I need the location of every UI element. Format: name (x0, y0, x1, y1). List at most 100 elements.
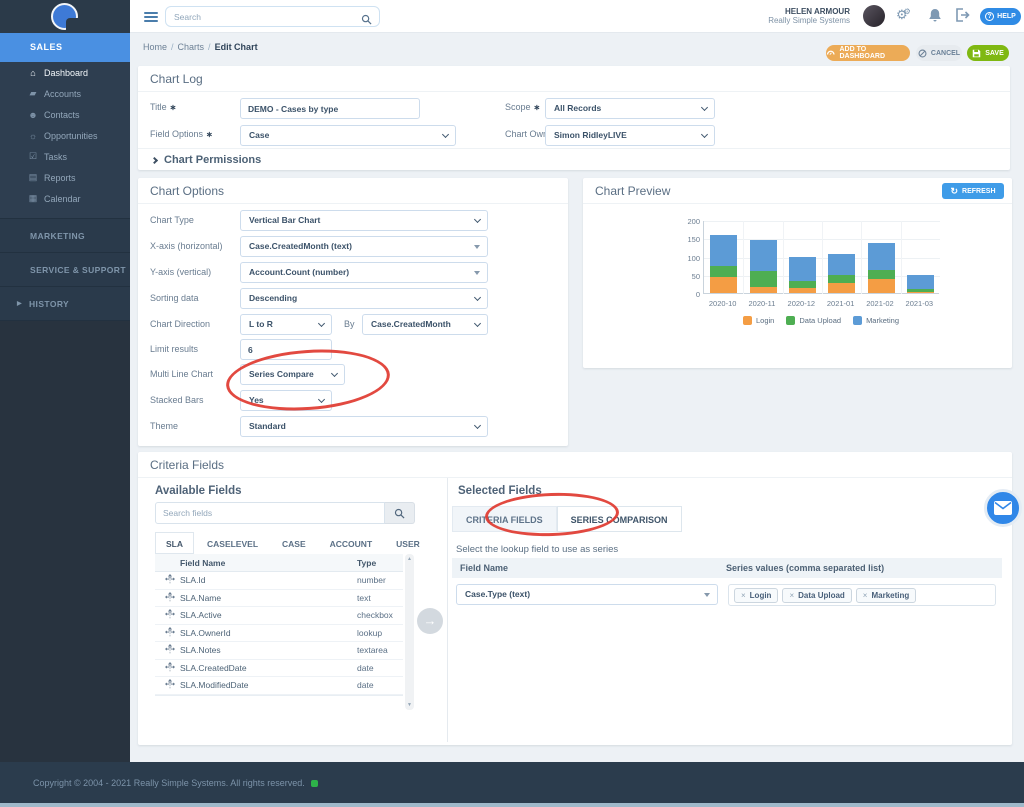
chart-permissions-toggle[interactable]: Chart Permissions (150, 154, 261, 166)
stacked-bars-label: Stacked Bars (150, 395, 204, 405)
table-row[interactable]: SLA.Active checkbox (155, 607, 403, 625)
table-row[interactable]: SLA.OwnerId lookup (155, 624, 403, 642)
remove-chip-icon[interactable]: × (863, 591, 868, 600)
chevron-down-icon (473, 293, 482, 302)
theme-select[interactable]: Standard (240, 416, 488, 437)
sidebar-item-label: Tasks (44, 151, 68, 162)
available-fields-search-button[interactable] (385, 502, 415, 524)
add-to-dashboard-button[interactable]: ADD TO DASHBOARD (826, 45, 910, 61)
series-field-select[interactable]: Case.Type (text) (456, 584, 718, 605)
x-tick-label: 2021-02 (866, 299, 894, 308)
series-chip[interactable]: × Data Upload (782, 587, 852, 603)
y-axis-select[interactable]: Account.Count (number) (240, 262, 488, 283)
table-row[interactable]: SLA.Name text (155, 589, 403, 607)
move-icon[interactable] (161, 571, 179, 589)
bar-segment-data-upload (788, 280, 816, 289)
sidebar-section-marketing[interactable]: MARKETING (0, 218, 130, 252)
scope-select[interactable]: All Records (545, 98, 715, 119)
accounts-icon: ▰ (29, 88, 37, 98)
bar-segment-data-upload (749, 271, 777, 288)
sidebar-item-label: Contacts (44, 109, 80, 120)
move-icon[interactable] (161, 606, 179, 624)
tab-account[interactable]: ACCOUNT (319, 532, 384, 554)
email-widget-button[interactable] (984, 489, 1022, 527)
notifications-bell-icon[interactable] (928, 8, 942, 28)
tab-user[interactable]: USER (385, 532, 431, 554)
bar-segment-login (710, 276, 738, 293)
legend-label: Data Upload (799, 316, 842, 325)
sidebar-item-dashboard[interactable]: ⌂ Dashboard (0, 62, 130, 83)
settings-gear-icon[interactable]: ⚙⚙ (896, 7, 911, 23)
secure-status-icon (310, 780, 318, 788)
gridline (861, 221, 863, 294)
chart-owner-select[interactable]: Simon RidleyLIVE (545, 125, 715, 146)
hamburger-menu-icon[interactable] (144, 12, 158, 24)
transfer-arrow-button[interactable]: → (417, 608, 443, 634)
sidebar-item-label: Accounts (44, 88, 82, 99)
series-values-input[interactable]: × Login × Data Upload × Marketing (728, 584, 996, 606)
scroll-up-icon[interactable]: ▲ (405, 556, 414, 562)
sidebar-item-reports[interactable]: ▤ Reports (0, 167, 130, 188)
save-disk-icon (972, 49, 981, 57)
move-icon[interactable] (161, 589, 179, 607)
sidebar-item-tasks[interactable]: ☑ Tasks (0, 146, 130, 167)
tab-case[interactable]: CASE (271, 532, 317, 554)
required-icon: ∗ (169, 103, 177, 112)
sidebar-item-accounts[interactable]: ▰ Accounts (0, 83, 130, 104)
help-button[interactable]: ? HELP (980, 8, 1021, 25)
sidebar-section-service-support[interactable]: SERVICE & SUPPORT (0, 252, 130, 286)
table-scrollbar[interactable]: ▲ ▼ (405, 554, 414, 710)
sidebar-section-sales[interactable]: SALES (0, 33, 130, 62)
preview-x-labels: 2020-10 2020-11 2020-12 2021-01 2021-02 2021-… (703, 299, 939, 308)
breadcrumb-item[interactable]: Home (143, 42, 167, 52)
scroll-down-icon[interactable]: ▼ (405, 702, 414, 708)
sidebar-section-history[interactable]: ▶ HISTORY (0, 286, 130, 320)
x-axis-select[interactable]: Case.CreatedMonth (text) (240, 236, 488, 257)
tab-sla[interactable]: SLA (155, 532, 194, 554)
global-search-input[interactable] (174, 8, 354, 25)
refresh-button[interactable]: ↻ REFRESH (942, 183, 1004, 199)
move-icon[interactable] (161, 676, 179, 694)
cancel-button[interactable]: CANCEL (916, 45, 962, 61)
brand-logo-icon[interactable] (51, 3, 78, 30)
available-fields-search (155, 502, 385, 524)
table-row[interactable]: SLA.CreatedDate date (155, 659, 403, 677)
remove-chip-icon[interactable]: × (741, 591, 746, 600)
breadcrumb-item[interactable]: Charts (178, 42, 205, 52)
direction-by-select[interactable]: Case.CreatedMonth (362, 314, 488, 335)
chart-type-label: Chart Type (150, 215, 194, 225)
sidebar-item-contacts[interactable]: ☻ Contacts (0, 104, 130, 125)
field-type-cell: textarea (357, 645, 388, 656)
table-row[interactable]: SLA.Notes textarea (155, 642, 403, 660)
available-fields-search-input[interactable] (163, 505, 373, 521)
direction-select[interactable]: L to R (240, 314, 332, 335)
user-menu[interactable]: HELEN ARMOUR Really Simple Systems (720, 7, 850, 25)
avatar[interactable] (863, 5, 885, 27)
bar-segment-login (828, 282, 856, 293)
copyright-text: Copyright © 2004 - 2021 Really Simple Sy… (33, 778, 318, 788)
search-icon[interactable] (361, 12, 372, 30)
series-chip[interactable]: × Marketing (855, 587, 917, 603)
chart-options-card: Chart Options Chart Type Vertical Bar Ch… (138, 178, 568, 446)
move-icon[interactable] (161, 641, 179, 659)
table-row[interactable]: SLA.Id number (155, 572, 403, 590)
required-icon: ∗ (206, 130, 213, 139)
save-button[interactable]: SAVE (967, 45, 1009, 61)
table-row[interactable]: SLA.ModifiedDate date (155, 677, 403, 695)
remove-chip-icon[interactable]: × (789, 591, 794, 600)
y-tick-label: 100 (687, 253, 700, 263)
field-options-select[interactable]: Case (240, 125, 456, 146)
title-input[interactable] (240, 98, 420, 119)
chart-type-select[interactable]: Vertical Bar Chart (240, 210, 488, 231)
sidebar-item-calendar[interactable]: ▦ Calendar (0, 188, 130, 209)
sidebar-item-opportunities[interactable]: ☼ Opportunities (0, 125, 130, 146)
panel-divider (447, 478, 448, 742)
sign-out-icon[interactable] (955, 8, 970, 27)
series-chip[interactable]: × Login (734, 587, 779, 603)
available-fields-tabs: SLA CASELEVEL CASE ACCOUNT USER (155, 532, 433, 554)
move-icon[interactable] (161, 624, 179, 642)
y-tick-label: 150 (687, 235, 700, 245)
move-icon[interactable] (161, 659, 179, 677)
sorting-select[interactable]: Descending (240, 288, 488, 309)
tab-caselevel[interactable]: CASELEVEL (196, 532, 269, 554)
